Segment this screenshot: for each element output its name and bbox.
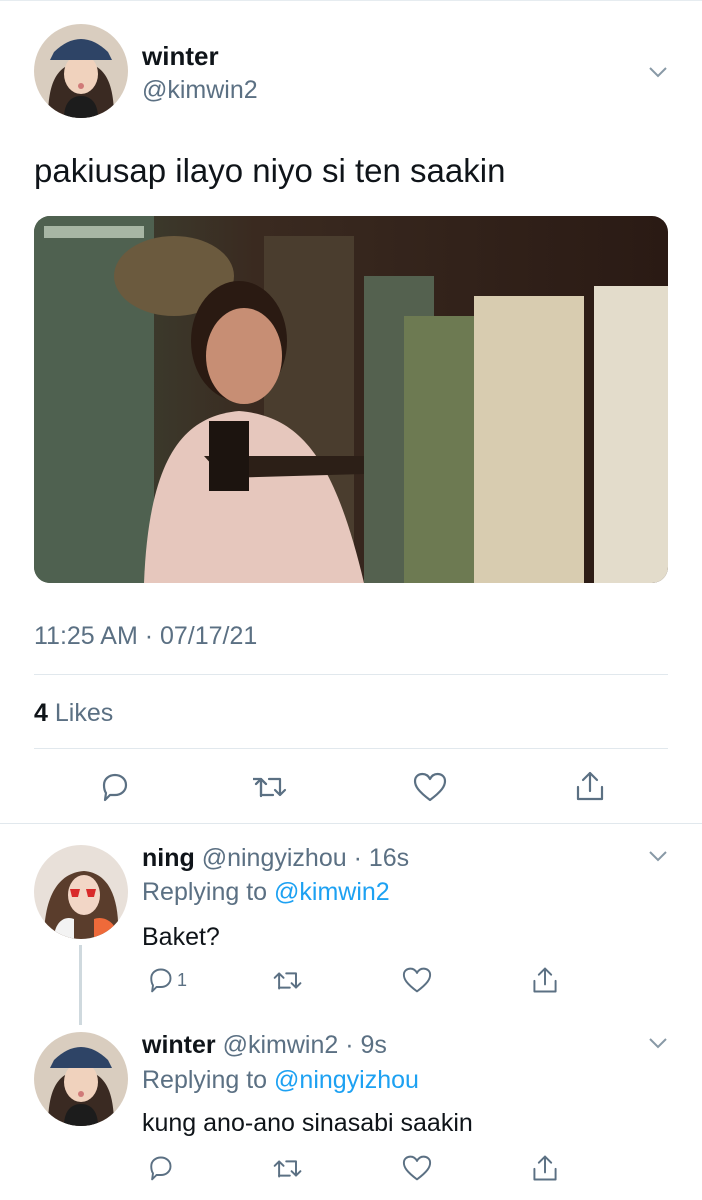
likes-count-row[interactable]: 4 Likes	[34, 699, 113, 728]
reply-handle[interactable]: @kimwin2	[223, 1031, 339, 1059]
author-display-name[interactable]: winter	[142, 41, 219, 72]
replying-to-label: Replying to	[142, 1066, 268, 1094]
like-icon[interactable]	[413, 771, 447, 803]
reply-display-name[interactable]: winter	[142, 1031, 216, 1059]
reply-action-reply[interactable]: 1	[146, 965, 187, 995]
avatar[interactable]	[34, 24, 128, 118]
retweet-icon[interactable]	[253, 772, 289, 802]
divider	[0, 823, 702, 824]
share-icon[interactable]	[530, 965, 560, 995]
reply-icon	[150, 968, 172, 993]
divider	[34, 674, 668, 675]
avatar[interactable]	[34, 845, 128, 939]
reply-handle[interactable]: @ningyizhou	[202, 844, 347, 872]
retweet-icon[interactable]	[272, 967, 304, 994]
top-divider	[0, 0, 702, 1]
replying-to-label: Replying to	[142, 878, 268, 906]
chevron-down-icon[interactable]	[648, 850, 668, 862]
reply-text: kung ano-ano sinasabi saakin	[142, 1109, 473, 1137]
replying-to-line: Replying to @ningyizhou	[142, 1066, 419, 1095]
like-icon[interactable]	[402, 1154, 432, 1182]
likes-label: Likes	[54, 699, 114, 727]
reply-display-name[interactable]: ning	[142, 844, 195, 872]
reply-icon[interactable]	[146, 1154, 174, 1182]
tweet-text: pakiusap ilayo niyo si ten saakin	[34, 152, 506, 189]
reply-time[interactable]: · 9s	[345, 1031, 387, 1059]
retweet-icon[interactable]	[272, 1155, 304, 1182]
tweet-timestamp[interactable]: 11:25 AM · 07/17/21	[34, 622, 257, 651]
likes-count: 4	[34, 699, 48, 727]
reply-header: winter @kimwin2 · 9s	[142, 1031, 387, 1060]
reply-header: ning @ningyizhou · 16s	[142, 844, 409, 873]
share-icon[interactable]	[573, 769, 607, 803]
replying-to-link[interactable]: @kimwin2	[274, 878, 390, 906]
replying-to-line: Replying to @kimwin2	[142, 878, 390, 907]
replying-to-link[interactable]: @ningyizhou	[274, 1066, 419, 1094]
tweet-media-image[interactable]	[34, 216, 668, 583]
chevron-down-icon[interactable]	[648, 1037, 668, 1049]
like-icon[interactable]	[402, 966, 432, 994]
reply-count: 1	[177, 969, 188, 990]
reply-time[interactable]: · 16s	[354, 844, 410, 872]
share-icon[interactable]	[530, 1153, 560, 1183]
thread-line	[79, 945, 82, 1025]
chevron-down-icon[interactable]	[648, 66, 668, 78]
avatar[interactable]	[34, 1032, 128, 1126]
author-handle[interactable]: @kimwin2	[142, 76, 258, 105]
divider	[34, 748, 668, 749]
reply-text: Baket?	[142, 923, 220, 951]
reply-icon[interactable]	[98, 771, 130, 803]
